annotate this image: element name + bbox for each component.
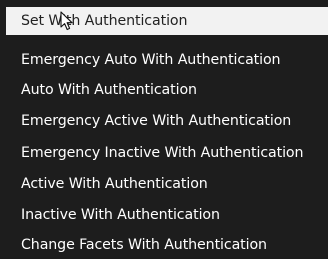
context-menu: Set With Authentication Emergency Auto W… — [0, 0, 328, 257]
menu-item-label: Emergency Active With Authentication — [21, 113, 292, 129]
menu-item-label: Set With Authentication — [21, 13, 188, 29]
menu-item-label: Active With Authentication — [21, 176, 208, 192]
menu-item-label: Inactive With Authentication — [21, 207, 220, 223]
menu-item-set-with-authentication[interactable]: Set With Authentication — [6, 7, 328, 35]
menu-item-inactive-with-authentication[interactable]: Inactive With Authentication — [0, 201, 328, 229]
menu-item-label: Emergency Inactive With Authentication — [21, 145, 304, 161]
menu-item-emergency-auto-with-authentication[interactable]: Emergency Auto With Authentication — [0, 46, 328, 74]
menu-item-label: Emergency Auto With Authentication — [21, 52, 281, 68]
menu-item-active-with-authentication[interactable]: Active With Authentication — [0, 170, 328, 198]
menu-item-label: Change Facets With Authentication — [21, 237, 267, 253]
menu-item-emergency-active-with-authentication[interactable]: Emergency Active With Authentication — [0, 107, 328, 135]
menu-item-emergency-inactive-with-authentication[interactable]: Emergency Inactive With Authentication — [0, 139, 328, 167]
mouse-pointer-icon — [60, 11, 73, 31]
menu-item-auto-with-authentication[interactable]: Auto With Authentication — [0, 76, 328, 104]
menu-item-label: Auto With Authentication — [21, 82, 197, 98]
menu-item-change-facets-with-authentication[interactable]: Change Facets With Authentication — [0, 231, 328, 259]
